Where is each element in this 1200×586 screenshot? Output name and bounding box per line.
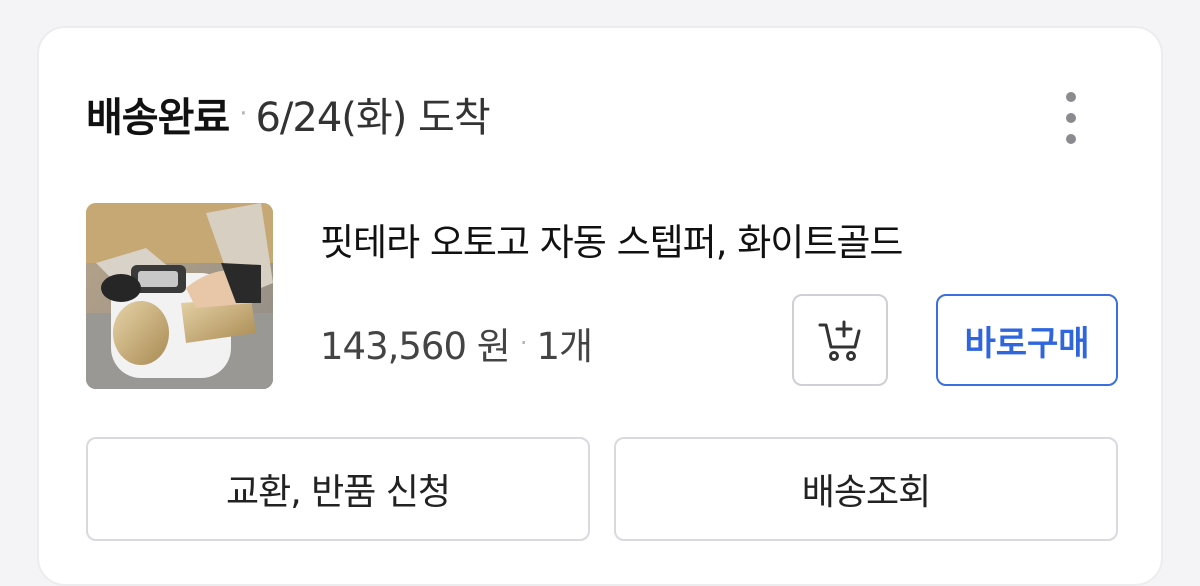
cart-plus-icon [818, 320, 861, 361]
product-image[interactable] [86, 203, 273, 389]
product-photo [86, 203, 273, 389]
order-card: 배송완료 · 6/24(화) 도착 핏테라 오토고 자동 스텝퍼, 화이트골드 … [37, 26, 1163, 586]
arrival-date: 6/24(화) 도착 [255, 95, 490, 141]
header-separator: · [239, 99, 248, 129]
order-header: 배송완료 · 6/24(화) 도착 [86, 86, 491, 142]
buy-now-button[interactable]: 바로구매 [936, 294, 1118, 386]
product-name[interactable]: 핏테라 오토고 자동 스텝퍼, 화이트골드 [320, 212, 903, 266]
price-row: 143,560 원 · 1개 [320, 316, 593, 370]
more-dot [1066, 134, 1076, 144]
more-dot [1066, 113, 1076, 123]
add-to-cart-button[interactable] [792, 294, 888, 386]
price-separator: · [519, 329, 528, 357]
product-quantity: 1개 [536, 325, 593, 368]
exchange-return-button[interactable]: 교환, 반품 신청 [86, 437, 590, 541]
track-delivery-button[interactable]: 배송조회 [614, 437, 1118, 541]
more-dot [1066, 92, 1076, 102]
product-price: 143,560 원 [320, 325, 511, 368]
more-options-icon[interactable] [1051, 92, 1091, 144]
delivery-status: 배송완료 [86, 95, 230, 141]
